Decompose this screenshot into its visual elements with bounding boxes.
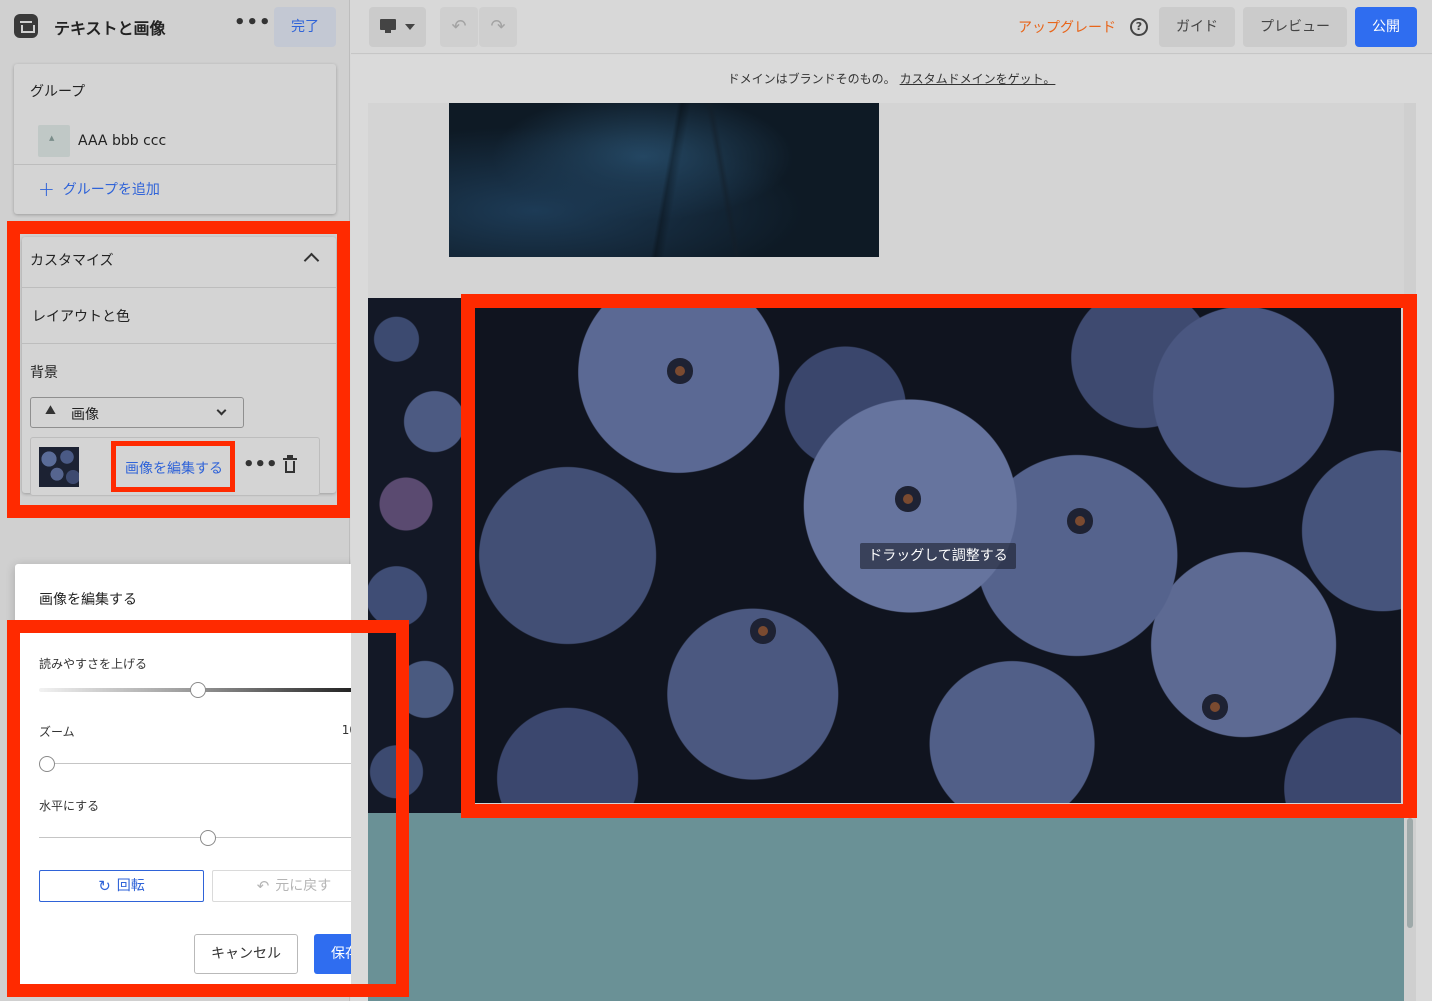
domain-banner-text: ドメインはブランドそのもの。 [727, 72, 896, 86]
group-item-label: AAA bbb ccc [78, 133, 167, 149]
divider [22, 343, 336, 344]
next-section [368, 813, 1404, 1001]
guide-button[interactable]: ガイド [1159, 7, 1235, 47]
done-button[interactable]: 完了 [274, 7, 336, 47]
previous-section-image [449, 103, 879, 257]
level-label: 水平にする [39, 799, 100, 813]
divider [14, 164, 336, 165]
trash-icon[interactable] [283, 455, 297, 474]
background-image-crop-area[interactable]: ドラッグして調整する [475, 308, 1401, 803]
background-image-thumbnail [39, 447, 79, 487]
customize-card: カスタマイズ レイアウトと色 背景 ⛰ 画像 画像を編集する ••• [22, 237, 336, 496]
trash-bin [285, 461, 295, 473]
upgrade-link[interactable]: アップグレード [1018, 17, 1116, 37]
readability-label: 読みやすさを上げる [39, 657, 148, 671]
redo-toolbar-button[interactable]: ↷ [479, 7, 517, 47]
page-scrollbar[interactable] [1404, 103, 1416, 1001]
chevron-down-icon [216, 405, 227, 416]
help-icon[interactable]: ? [1130, 18, 1148, 36]
caret-down-icon [405, 24, 415, 30]
section-more-button[interactable]: ••• [234, 12, 272, 33]
edit-image-dialog: 画像を編集する 読みやすさを上げる ズーム 100% 水平にする 0° ↻回転 … [15, 564, 400, 984]
group-item-thumbnail [38, 125, 70, 157]
add-group-button[interactable]: + グループを追加 [38, 177, 160, 201]
divider [22, 287, 336, 288]
group-list-item[interactable]: AAA bbb ccc [38, 125, 336, 157]
undo-toolbar-button[interactable]: ↶ [440, 7, 478, 47]
edit-image-link[interactable]: 画像を編集する [125, 458, 223, 478]
background-image-edge [368, 298, 463, 813]
background-label: 背景 [30, 365, 58, 381]
zoom-slider[interactable] [39, 756, 376, 772]
dialog-title: 画像を編集する [39, 592, 137, 608]
layout-and-color-item[interactable]: レイアウトと色 [32, 306, 130, 326]
trash-lid [283, 455, 297, 460]
customize-title: カスタマイズ [30, 253, 114, 269]
editor-sidebar: テキストと画像 ••• 完了 グループ AAA bbb ccc + グループを追加… [0, 0, 400, 1001]
slider-track [39, 763, 376, 764]
rotate-label: 回転 [116, 878, 145, 894]
background-image-row: 画像を編集する ••• [30, 437, 320, 496]
add-group-label: グループを追加 [62, 182, 160, 198]
undo-icon: ↶ [256, 877, 270, 895]
level-slider[interactable] [39, 830, 376, 846]
image-icon: ⛰ [45, 403, 56, 418]
cancel-button[interactable]: キャンセル [194, 934, 298, 974]
section-title: テキストと画像 [54, 19, 166, 38]
custom-domain-link[interactable]: カスタムドメインをゲット。 [900, 72, 1056, 86]
preview-button[interactable]: プレビュー [1243, 7, 1347, 47]
zoom-label: ズーム [39, 725, 75, 739]
rotate-button[interactable]: ↻ 回転 [39, 870, 204, 902]
background-type-select[interactable]: ⛰ 画像 [30, 397, 244, 428]
slider-knob[interactable] [189, 682, 206, 698]
undo-label: 元に戻す [275, 878, 332, 894]
publish-button[interactable]: 公開 [1355, 7, 1417, 47]
monitor-icon [380, 19, 396, 33]
group-card: グループ AAA bbb ccc + グループを追加 [14, 64, 336, 214]
preview-canvas: ドメインはブランドそのもの。 カスタムドメインをゲット。 ドラッグして調整する [351, 55, 1432, 1001]
rotate-icon: ↻ [98, 877, 111, 895]
slider-track [39, 688, 376, 692]
device-toggle-button[interactable] [369, 7, 426, 47]
image-more-button[interactable]: ••• [243, 454, 278, 475]
group-heading: グループ [30, 84, 86, 100]
section-icon [14, 14, 38, 38]
top-toolbar: ↶ ↷ アップグレード ? ガイド プレビュー 公開 [351, 0, 1432, 54]
slider-knob[interactable] [199, 830, 216, 846]
sidebar-header: テキストと画像 ••• 完了 [0, 0, 350, 54]
scrollbar-thumb[interactable] [1407, 818, 1413, 928]
slider-knob[interactable] [39, 756, 55, 772]
readability-slider[interactable] [39, 682, 376, 698]
drag-hint-text: ドラッグして調整する [860, 543, 1016, 569]
drag-hint-overlay: ドラッグして調整する [475, 308, 1401, 803]
chevron-up-icon[interactable] [303, 252, 320, 269]
background-type-value: 画像 [71, 407, 99, 423]
plus-icon: + [38, 177, 55, 201]
domain-banner: ドメインはブランドそのもの。 カスタムドメインをゲット。 [351, 70, 1432, 87]
